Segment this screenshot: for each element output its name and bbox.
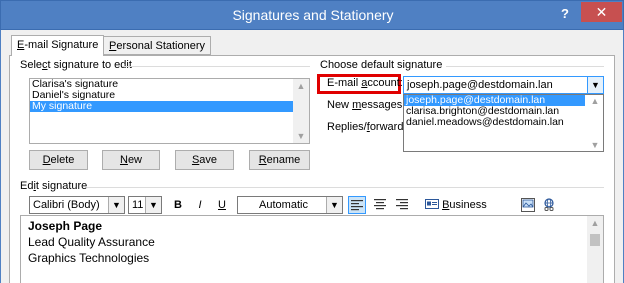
editor-line: Graphics Technologies (28, 251, 150, 265)
new-button[interactable]: New (102, 150, 160, 170)
align-left-button[interactable] (348, 196, 366, 214)
group-divider (446, 66, 604, 67)
dropdown-option[interactable]: daniel.meadows@destdomain.lan (404, 117, 603, 128)
delete-button[interactable]: Delete (29, 150, 88, 170)
tab-personal-stationery[interactable]: Personal Stationery (103, 36, 212, 55)
font-select[interactable]: Calibri (Body) ▼ (29, 196, 125, 214)
chevron-down-icon[interactable]: ▼ (108, 197, 124, 213)
email-account-label: E-mail account: (327, 77, 403, 89)
align-right-button[interactable] (393, 196, 411, 214)
signature-editor[interactable]: Joseph Page Lead Quality Assurance Graph… (20, 215, 604, 283)
list-scrollbar[interactable]: ▲ ▼ (293, 79, 309, 143)
align-right-icon (396, 199, 408, 210)
underline-button[interactable]: U (215, 196, 229, 214)
dropdown-scrollbar[interactable]: ▲ ▼ (587, 95, 603, 151)
chevron-down-icon[interactable]: ▼ (587, 77, 603, 93)
editor-line: Joseph Page (28, 219, 103, 233)
new-messages-label: New messages: (327, 99, 406, 111)
align-left-icon (351, 200, 363, 211)
close-button[interactable]: ✕ (581, 2, 622, 22)
replies-forwards-label: Replies/forwards: (327, 121, 412, 133)
email-account-select[interactable]: joseph.page@destdomain.lan ▼ (403, 76, 604, 94)
group-divider (122, 66, 310, 67)
save-button[interactable]: Save (175, 150, 234, 170)
scroll-up-icon[interactable]: ▲ (587, 218, 603, 228)
insert-picture-button[interactable] (520, 196, 536, 214)
title-bar: Signatures and Stationery ? ✕ (0, 0, 624, 30)
tab-email-signature[interactable]: E-mail Signature (11, 35, 105, 56)
align-center-button[interactable] (371, 196, 389, 214)
chevron-down-icon[interactable]: ▼ (145, 197, 161, 213)
font-size-select[interactable]: 11 ▼ (128, 196, 162, 214)
picture-icon (521, 198, 535, 212)
color-select[interactable]: Automatic ▼ (237, 196, 343, 214)
list-item[interactable]: My signature (30, 101, 295, 112)
rename-button[interactable]: Rename (249, 150, 310, 170)
choose-default-label: Choose default signature (320, 59, 443, 71)
scroll-up-icon[interactable]: ▲ (587, 96, 603, 106)
insert-hyperlink-button[interactable] (541, 196, 557, 214)
editor-scrollbar[interactable]: ▲ (587, 216, 603, 283)
signature-list[interactable]: Clarisa's signature Daniel's signature M… (29, 78, 310, 144)
scroll-thumb[interactable] (590, 234, 600, 246)
scroll-down-icon[interactable]: ▼ (587, 140, 603, 150)
hyperlink-icon (544, 198, 554, 211)
scroll-down-icon[interactable]: ▼ (293, 131, 309, 141)
align-center-icon (374, 199, 386, 210)
select-signature-label: Select signature to edit (20, 59, 132, 71)
italic-button[interactable]: I (193, 196, 207, 214)
bold-button[interactable]: B (171, 196, 185, 214)
chevron-down-icon[interactable]: ▼ (326, 197, 342, 213)
business-card-button[interactable]: Business Card (425, 196, 509, 229)
scroll-up-icon[interactable]: ▲ (293, 81, 309, 91)
business-card-icon (425, 199, 439, 209)
edit-signature-label: Edit signature (20, 180, 88, 192)
window-title: Signatures and Stationery (232, 7, 394, 23)
help-button[interactable]: ? (553, 4, 577, 24)
group-divider (87, 187, 604, 188)
email-account-dropdown[interactable]: joseph.page@destdomain.lan clarisa.brigh… (403, 94, 604, 152)
editor-line: Lead Quality Assurance (28, 235, 155, 249)
